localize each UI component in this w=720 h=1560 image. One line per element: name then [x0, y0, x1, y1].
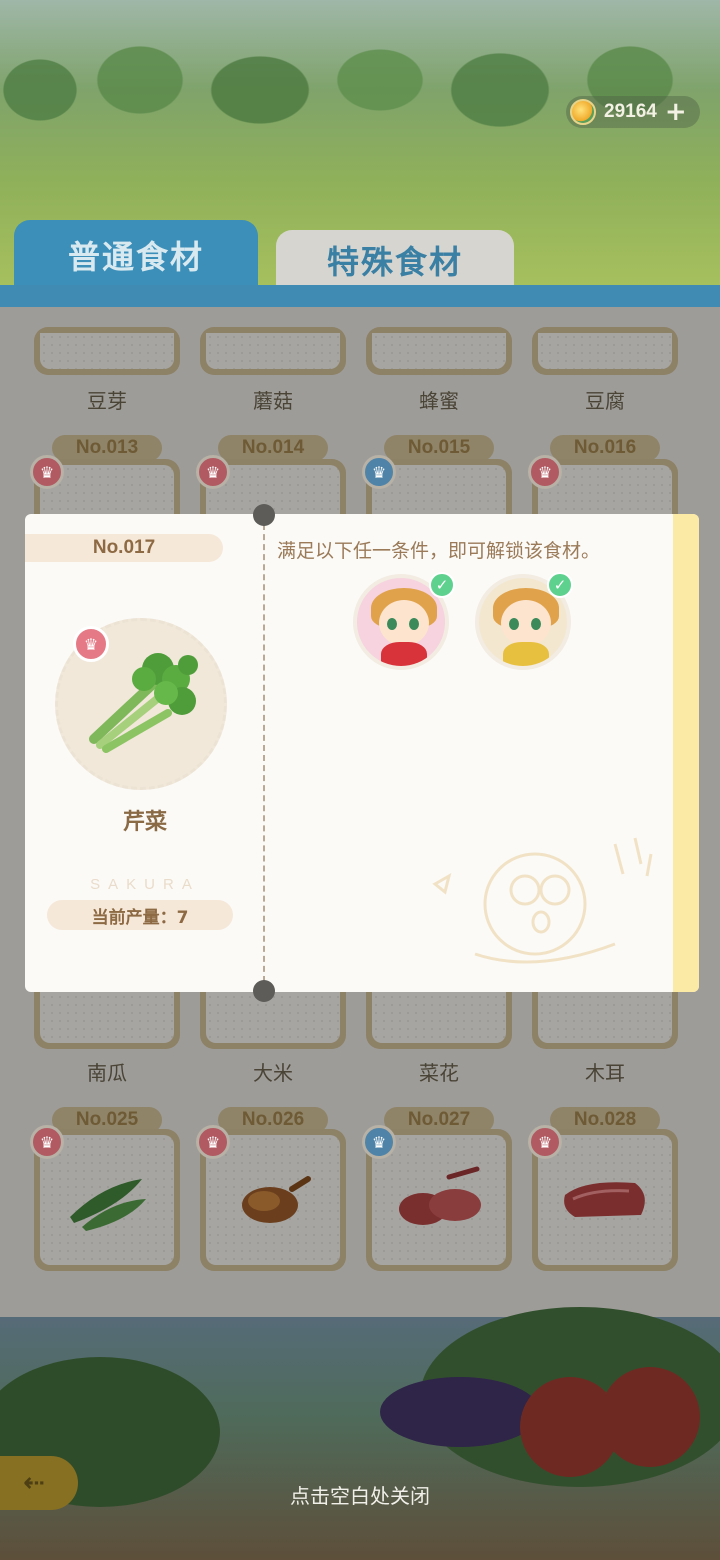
modal-divider	[263, 514, 265, 992]
currency-counter[interactable]: 29164 +	[566, 96, 700, 128]
current-output: 当前产量：7	[47, 900, 233, 930]
chef-hat-icon: ♛	[73, 626, 109, 662]
chef-hat-icon: ♛	[528, 455, 562, 489]
modal-side-stripe	[673, 514, 699, 992]
tap-to-close-hint[interactable]: 点击空白处关闭	[0, 1480, 720, 1509]
check-icon: ✓	[429, 572, 455, 598]
kero-doodle-illustration	[432, 837, 653, 964]
ingredient-name: 南瓜	[87, 1061, 127, 1085]
meat-cuts-icon	[399, 1166, 481, 1225]
ingredient-name: 大米	[253, 1061, 293, 1085]
currency-amount: 29164	[604, 101, 657, 122]
chef-hat-icon: ♛	[30, 455, 64, 489]
tomato-decoration	[600, 1367, 700, 1467]
ingredient-name: 蜂蜜	[419, 389, 459, 413]
ingredient-number: No.014	[218, 435, 328, 461]
ingredient-number: No.015	[384, 435, 494, 461]
chef-hat-icon: ♛	[196, 455, 230, 489]
chef-hat-icon: ♛	[196, 1125, 230, 1159]
pea-pod-icon	[70, 1179, 146, 1231]
tab-special-ingredients[interactable]: 特殊食材	[276, 230, 514, 290]
chef-hat-icon: ♛	[30, 1125, 64, 1159]
ingredient-card[interactable]: ♛	[196, 1125, 346, 1271]
ingredient-card[interactable]: ♛	[528, 1125, 678, 1271]
ingredient-name: 芹菜	[122, 810, 167, 835]
ingredient-number-pill: No.017	[25, 534, 223, 562]
tab-bar	[0, 285, 720, 307]
ingredient-name: 蘑菇	[253, 389, 293, 413]
tab-normal-ingredients[interactable]: 普通食材	[14, 220, 258, 290]
add-currency-button[interactable]: +	[665, 99, 687, 125]
chef-hat-icon: ♛	[362, 1125, 396, 1159]
ingredient-card[interactable]	[366, 327, 512, 375]
ingredient-number: No.013	[52, 435, 162, 461]
background-scene-bottom	[0, 1307, 720, 1560]
ingredient-name: 豆腐	[585, 389, 625, 413]
unlock-condition-text: 满足以下任一条件，即可解锁该食材。	[277, 540, 601, 562]
ingredient-name: 豆芽	[87, 389, 127, 413]
ingredient-number: No.016	[550, 435, 660, 461]
modal-notch-bottom	[253, 980, 275, 1002]
sakura-watermark: SAKURA	[90, 876, 200, 893]
ingredient-card[interactable]	[532, 327, 678, 375]
modal-notch-top	[253, 504, 275, 526]
ingredient-detail-modal: No.017 ♛ 芹菜 SAKURA 当前产量：7 满足以下任一条件，即可解锁该…	[25, 504, 699, 1002]
check-icon: ✓	[547, 572, 573, 598]
roast-chicken-icon	[242, 1176, 311, 1223]
ingredient-card[interactable]: ♛	[30, 1125, 180, 1271]
ingredient-name: 菜花	[419, 1061, 459, 1085]
steak-icon	[564, 1182, 645, 1217]
coin-icon	[570, 99, 596, 125]
chef-hat-icon: ♛	[362, 455, 396, 489]
ingredient-card[interactable]	[200, 327, 346, 375]
eggplant-decoration	[380, 1377, 540, 1447]
ingredient-name: 木耳	[585, 1061, 625, 1085]
ingredient-card[interactable]: ♛	[362, 1125, 512, 1271]
chef-hat-icon: ♛	[528, 1125, 562, 1159]
ingredient-card[interactable]	[34, 327, 180, 375]
